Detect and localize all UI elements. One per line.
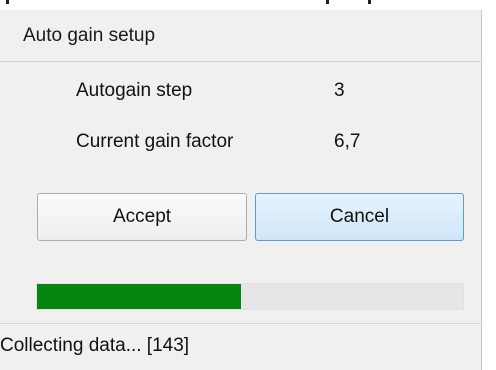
status-bar: Collecting data... [143] (0, 323, 481, 370)
screen: Auto gain setup Autogain step 3 Current … (0, 0, 496, 370)
progress-bar-fill (37, 284, 242, 309)
dialog-title: Auto gain setup (0, 10, 481, 62)
background-window-edge (0, 0, 496, 10)
current-gain-factor-label: Current gain factor (76, 131, 234, 152)
status-text: Collecting data... [143] (0, 335, 190, 356)
cancel-button[interactable]: Cancel (255, 193, 464, 241)
auto-gain-dialog: Auto gain setup Autogain step 3 Current … (0, 10, 482, 370)
edge-mark (326, 0, 329, 4)
progress-bar (36, 283, 464, 310)
edge-mark (368, 0, 371, 4)
current-gain-factor-value: 6,7 (334, 131, 361, 152)
edge-mark (6, 0, 9, 4)
accept-button[interactable]: Accept (37, 193, 247, 241)
autogain-step-value: 3 (334, 80, 345, 101)
autogain-step-label: Autogain step (76, 80, 193, 101)
